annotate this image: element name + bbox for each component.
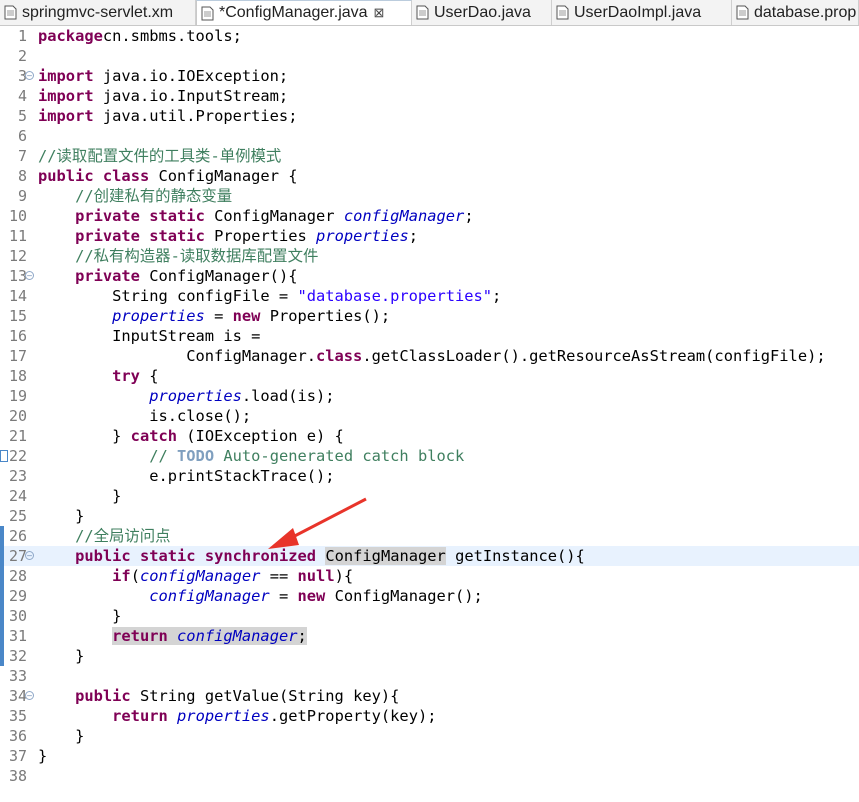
arrow-head xyxy=(268,528,299,549)
arrow-shaft xyxy=(284,497,367,543)
red-arrow-annotation xyxy=(268,497,367,549)
